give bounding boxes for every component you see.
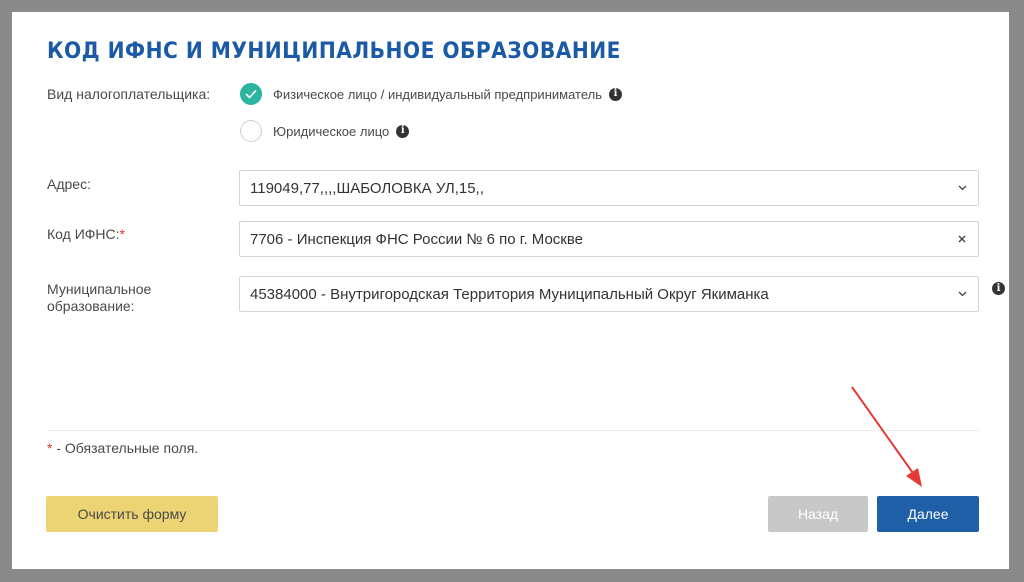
info-icon[interactable]: i [609,87,622,101]
taxpayer-type-label: Вид налогоплательщика: [47,86,211,102]
next-button[interactable]: Далее [877,496,979,532]
radio-legal-entity-button[interactable] [240,120,262,142]
back-button[interactable]: Назад [768,496,868,532]
info-icon[interactable]: i [396,124,410,138]
info-icon[interactable]: i [992,282,1005,295]
divider [47,430,979,431]
radio-legal-entity-label: Юридическое лицо [273,123,390,139]
chevron-down-icon[interactable] [946,291,978,297]
municipality-select[interactable]: 45384000 - Внутригородская Территория Му… [239,276,979,312]
municipality-label: Муниципальное образование: [47,281,151,315]
municipality-label-line2: образование: [47,298,135,314]
check-icon [245,89,257,99]
address-label: Адрес: [47,176,91,192]
radio-individual[interactable]: Физическое лицо / индивидуальный предпри… [240,83,622,105]
form-card: КОД ИФНС И МУНИЦИПАЛЬНОЕ ОБРАЗОВАНИЕ Вид… [12,12,1009,569]
close-icon[interactable] [946,235,978,243]
required-note-text: - Обязательные поля. [52,440,199,456]
ifns-value: 7706 - Инспекция ФНС России № 6 по г. Мо… [250,230,583,248]
address-select[interactable]: 119049,77,,,,ШАБОЛОВКА УЛ,15,, [239,170,979,206]
municipality-label-line1: Муниципальное [47,281,152,297]
address-value: 119049,77,,,,ШАБОЛОВКА УЛ,15,, [250,179,484,197]
radio-legal-entity[interactable]: Юридическое лицо i [240,120,410,142]
ifns-label-text: Код ИФНС: [47,226,120,242]
ifns-select[interactable]: 7706 - Инспекция ФНС России № 6 по г. Мо… [239,221,979,257]
required-fields-note: * - Обязательные поля. [47,440,198,456]
radio-individual-label: Физическое лицо / индивидуальный предпри… [273,86,602,102]
required-star: * [119,226,125,242]
page-title: КОД ИФНС И МУНИЦИПАЛЬНОЕ ОБРАЗОВАНИЕ [47,39,621,64]
ifns-label: Код ИФНС:* [47,226,125,243]
clear-form-button[interactable]: Очистить форму [46,496,218,532]
municipality-value: 45384000 - Внутригородская Территория Му… [250,285,769,303]
chevron-down-icon[interactable] [946,185,978,191]
radio-individual-button[interactable] [240,83,262,105]
